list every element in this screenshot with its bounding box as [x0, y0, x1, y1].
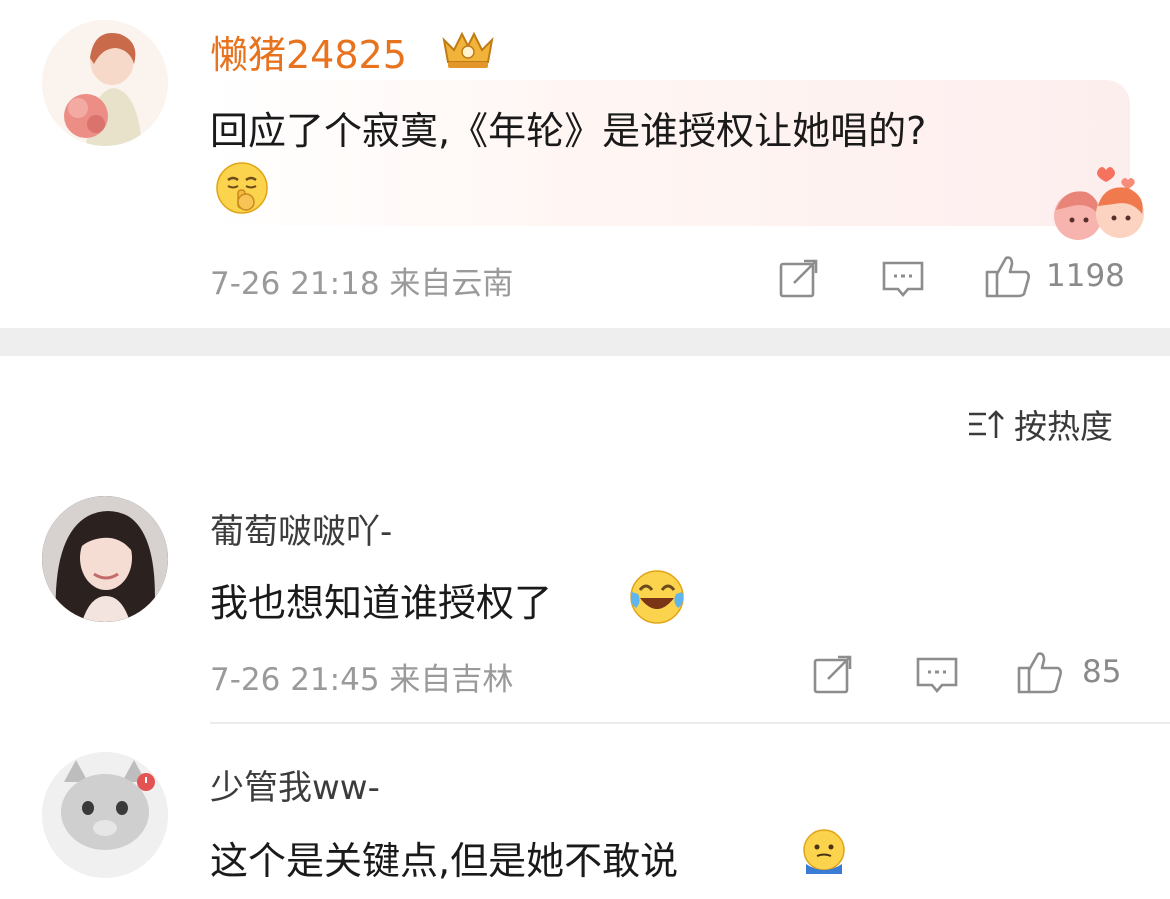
username[interactable]: 葡萄啵啵吖- — [210, 504, 392, 553]
like-icon[interactable] — [984, 252, 1030, 298]
comment-icon[interactable] — [880, 255, 926, 301]
crown-badge-icon — [440, 26, 496, 72]
repost-icon[interactable] — [776, 255, 822, 301]
section-divider — [0, 328, 1170, 356]
reply-divider — [210, 722, 1170, 724]
avatar-cat-illustration — [42, 752, 168, 878]
cold-emoji-icon — [800, 828, 848, 876]
avatar[interactable] — [42, 20, 168, 146]
comment-text: 这个是关键点,但是她不敢说 — [210, 839, 679, 883]
comment-text: 回应了个寂寞,《年轮》是谁授权让她唱的? — [210, 109, 927, 153]
comment-meta: 7-26 21:45 来自吉林 — [210, 662, 514, 698]
comment-text: 我也想知道谁授权了 — [210, 581, 553, 625]
like-count: 85 — [1082, 654, 1122, 690]
username[interactable]: 懒猪24825 — [210, 24, 407, 79]
avatar[interactable] — [42, 752, 168, 878]
like-icon[interactable] — [1016, 648, 1062, 694]
sort-by-hot-button[interactable]: 按热度 — [966, 400, 1113, 448]
laugh-cry-emoji-icon — [628, 568, 686, 626]
sort-icon — [969, 410, 1004, 438]
comment-icon[interactable] — [914, 651, 960, 697]
avatar-illustration — [42, 20, 168, 146]
avatar-photo — [42, 496, 168, 622]
like-count: 1198 — [1046, 258, 1125, 294]
sort-label: 按热度 — [1014, 407, 1113, 446]
comment-meta: 7-26 21:18 来自云南 — [210, 266, 514, 302]
repost-icon[interactable] — [810, 651, 856, 697]
username[interactable]: 少管我ww- — [210, 760, 380, 809]
couple-decoration-icon — [1048, 160, 1148, 244]
shush-emoji-icon — [214, 160, 270, 216]
avatar[interactable] — [42, 496, 168, 622]
